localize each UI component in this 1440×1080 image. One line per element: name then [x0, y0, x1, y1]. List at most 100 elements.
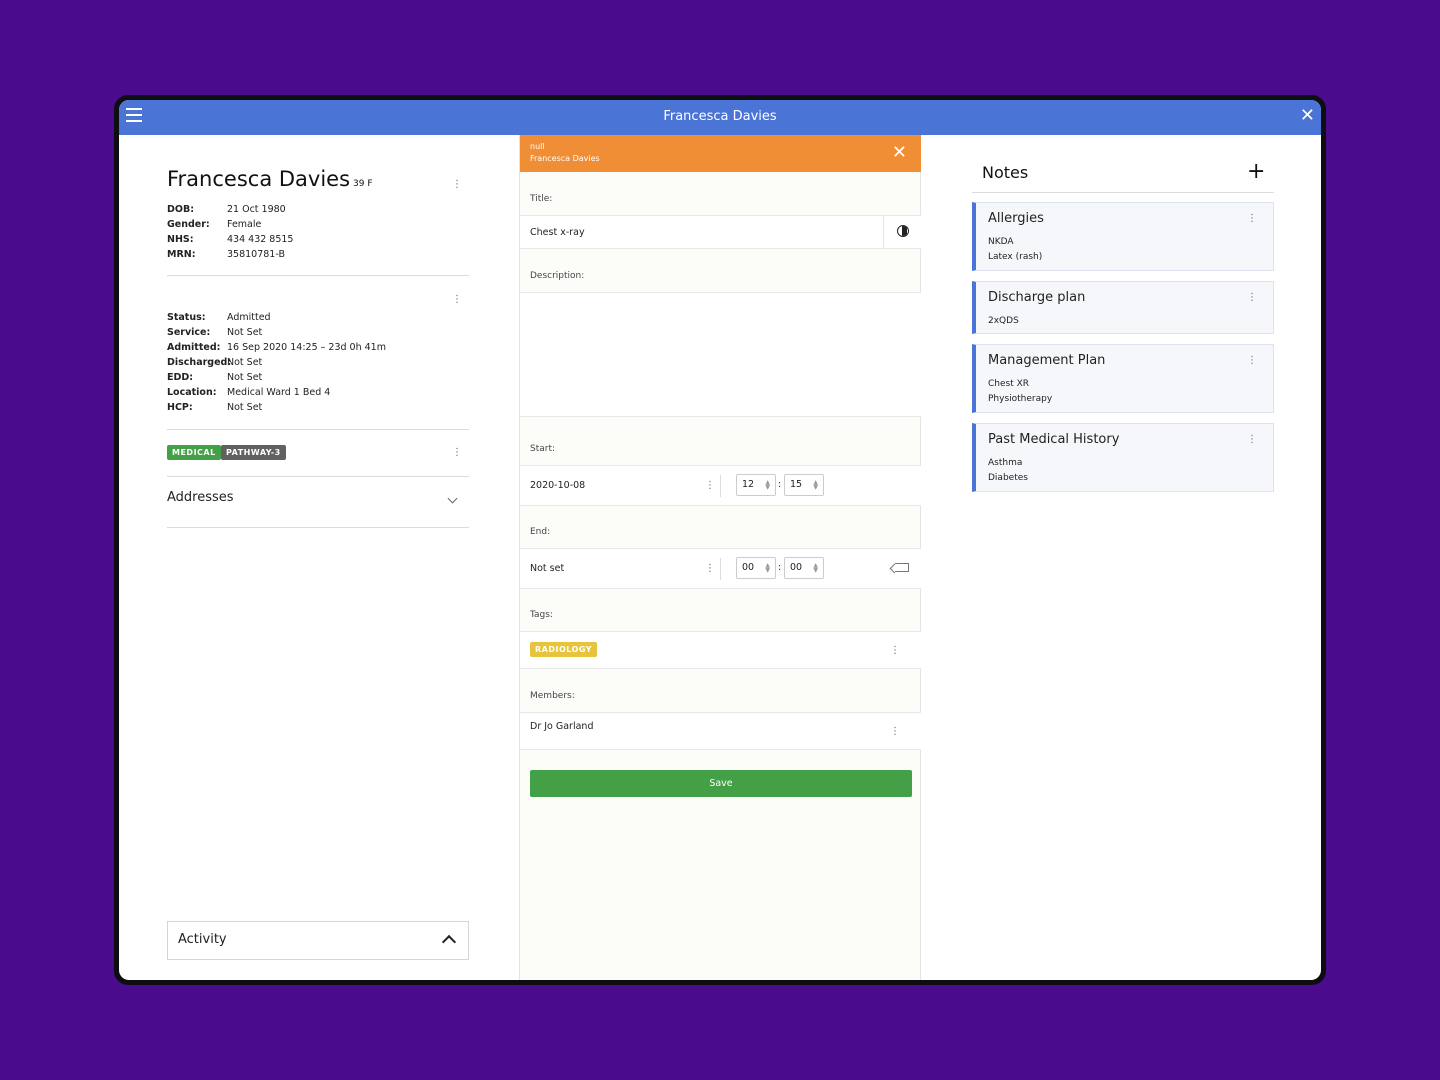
notes-panel: Notes + Allergies ⋮ NKDA Latex (rash) Di… — [921, 135, 1321, 980]
detail-label: DOB: — [167, 204, 195, 215]
start-datetime-row: 2020-10-08 ⋮ 12 ▲ ▼ : 15 ▲ ▼ — [520, 465, 921, 506]
admission-details-list: Status: Admitted Service: Not Set Admitted… — [167, 310, 386, 415]
detail-label: Admitted: — [167, 342, 221, 353]
note-menu-icon[interactable]: ⋮ — [1247, 355, 1257, 366]
chevron-up-icon[interactable] — [441, 934, 457, 950]
add-note-icon[interactable]: + — [1247, 159, 1265, 184]
note-line: Diabetes — [988, 473, 1028, 483]
note-card[interactable]: Discharge plan ⋮ 2xQDS — [972, 281, 1274, 334]
clear-end-icon[interactable] — [895, 563, 909, 572]
detail-row: HCP: Not Set — [167, 400, 386, 415]
end-date-menu-icon[interactable]: ⋮ — [705, 563, 715, 574]
member-name[interactable]: Dr Jo Garland — [530, 721, 593, 732]
tag-pathway-badge[interactable]: PATHWAY-3 — [221, 445, 286, 460]
divider — [167, 275, 469, 276]
title-field[interactable]: Chest x-ray — [520, 215, 921, 249]
note-menu-icon[interactable]: ⋮ — [1247, 213, 1257, 224]
tags-field-menu-icon[interactable]: ⋮ — [890, 645, 900, 656]
detail-label: Gender: — [167, 219, 210, 230]
end-hour-value: 00 — [742, 562, 755, 573]
detail-value: Not Set — [227, 357, 263, 368]
detail-label: Discharged: — [167, 357, 232, 368]
start-minute-stepper[interactable]: 15 ▲ ▼ — [784, 474, 824, 496]
note-title: Allergies — [988, 211, 1044, 226]
form-header: null Francesca Davies ✕ — [520, 135, 921, 172]
top-bar: Francesca Davies ✕ — [119, 100, 1321, 135]
detail-label: HCP: — [167, 402, 193, 413]
detail-row: Status: Admitted — [167, 310, 386, 325]
description-textarea[interactable] — [520, 292, 921, 417]
detail-row: DOB: 21 Oct 1980 — [167, 202, 293, 217]
detail-row: Admitted: 16 Sep 2020 14:25 – 23d 0h 41m — [167, 340, 386, 355]
detail-value: Not Set — [227, 402, 263, 413]
separator — [720, 558, 721, 580]
form-header-line2: Francesca Davies — [530, 154, 600, 163]
contrast-toggle[interactable] — [883, 216, 921, 248]
end-hour-stepper[interactable]: 00 ▲ ▼ — [736, 557, 776, 579]
title-value: Chest x-ray — [530, 227, 585, 238]
stepper-arrows-icon: ▲ ▼ — [813, 479, 818, 491]
end-date-input[interactable]: Not set — [530, 563, 564, 574]
tags-label: Tags: — [530, 610, 553, 620]
chevron-down-icon[interactable] — [447, 493, 458, 504]
note-card[interactable]: Allergies ⋮ NKDA Latex (rash) — [972, 202, 1274, 271]
detail-label: MRN: — [167, 249, 196, 260]
detail-label: EDD: — [167, 372, 194, 383]
start-date-menu-icon[interactable]: ⋮ — [705, 480, 715, 491]
divider — [167, 476, 469, 477]
separator — [720, 475, 721, 497]
detail-label: NHS: — [167, 234, 194, 245]
tags-field: RADIOLOGY ⋮ — [520, 631, 921, 669]
members-menu-icon[interactable]: ⋮ — [890, 726, 900, 737]
note-line: Latex (rash) — [988, 252, 1043, 262]
patient-details-menu-icon[interactable]: ⋮ — [452, 179, 462, 190]
detail-value: Not Set — [227, 327, 263, 338]
admission-menu-icon[interactable]: ⋮ — [452, 294, 462, 305]
tag-medical-badge[interactable]: MEDICAL — [167, 445, 221, 460]
note-line: Asthma — [988, 458, 1023, 468]
time-colon: : — [778, 479, 782, 490]
time-colon: : — [778, 562, 782, 573]
note-card[interactable]: Past Medical History ⋮ Asthma Diabetes — [972, 423, 1274, 492]
notes-title: Notes — [982, 163, 1029, 182]
patient-panel: Francesca Davies 39 F ⋮ DOB: 21 Oct 1980 G… — [119, 135, 519, 980]
stepper-arrows-icon: ▲ ▼ — [813, 562, 818, 574]
close-window-icon[interactable]: ✕ — [1300, 106, 1315, 126]
title-label: Title: — [530, 194, 553, 204]
patient-age-sex: 39 F — [353, 179, 373, 189]
end-minute-value: 00 — [790, 562, 803, 573]
detail-value: 35810781-B — [227, 249, 285, 260]
start-minute-value: 15 — [790, 479, 803, 490]
app-screen: Francesca Davies ✕ Francesca Davies 39 F … — [119, 100, 1321, 980]
activity-panel-toggle[interactable]: Activity — [167, 921, 469, 960]
close-form-icon[interactable]: ✕ — [892, 142, 907, 163]
addresses-section-header[interactable]: Addresses — [167, 490, 234, 505]
end-label: End: — [530, 527, 551, 537]
save-button[interactable]: Save — [530, 770, 912, 797]
note-card[interactable]: Management Plan ⋮ Chest XR Physiotherapy — [972, 344, 1274, 413]
detail-value: Medical Ward 1 Bed 4 — [227, 387, 331, 398]
tag-radiology-badge[interactable]: RADIOLOGY — [530, 642, 598, 657]
tags-menu-icon[interactable]: ⋮ — [452, 447, 462, 458]
detail-row: Gender: Female — [167, 217, 293, 232]
note-title: Discharge plan — [988, 290, 1086, 305]
start-hour-value: 12 — [742, 479, 755, 490]
divider — [167, 527, 469, 528]
start-label: Start: — [530, 444, 556, 454]
members-label: Members: — [530, 691, 575, 701]
start-date-input[interactable]: 2020-10-08 — [530, 480, 585, 491]
contrast-icon — [897, 225, 909, 237]
note-title: Management Plan — [988, 353, 1106, 368]
description-label: Description: — [530, 271, 585, 281]
patient-details-list: DOB: 21 Oct 1980 Gender: Female NHS: 434 43… — [167, 202, 293, 262]
detail-row: Discharged: Not Set — [167, 355, 386, 370]
detail-value: Not Set — [227, 372, 263, 383]
start-hour-stepper[interactable]: 12 ▲ ▼ — [736, 474, 776, 496]
detail-value: 16 Sep 2020 14:25 – 23d 0h 41m — [227, 342, 386, 353]
note-menu-icon[interactable]: ⋮ — [1247, 434, 1257, 445]
detail-row: Service: Not Set — [167, 325, 386, 340]
divider — [972, 192, 1274, 193]
end-minute-stepper[interactable]: 00 ▲ ▼ — [784, 557, 824, 579]
note-menu-icon[interactable]: ⋮ — [1247, 292, 1257, 303]
members-field: Dr Jo Garland ⋮ — [520, 712, 921, 750]
